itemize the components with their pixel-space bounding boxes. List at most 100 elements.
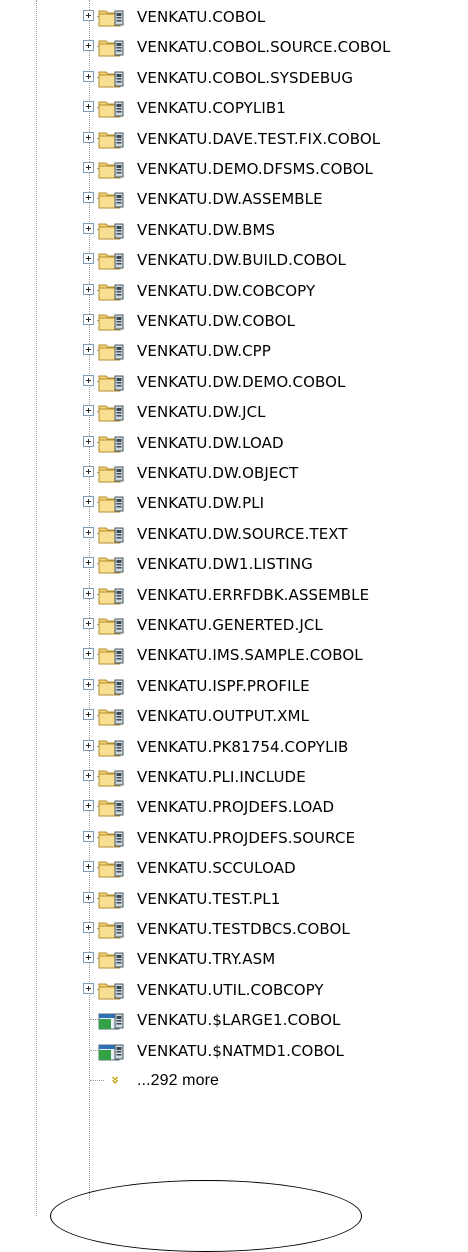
expand-plus-icon[interactable] <box>83 587 94 599</box>
tree-item-label[interactable]: VENKATU.ISPF.PROFILE <box>137 677 310 695</box>
tree-item-file[interactable]: VENKATU.$NATMD1.COBOL <box>0 1036 468 1066</box>
tree-item-label[interactable]: VENKATU.TESTDBCS.COBOL <box>137 920 350 938</box>
tree-item-label[interactable]: VENKATU.DW.BMS <box>137 221 275 239</box>
tree-item-label[interactable]: VENKATU.DW.DEMO.COBOL <box>137 373 345 391</box>
expand-plus-icon[interactable] <box>83 770 94 781</box>
tree-item-folder[interactable]: VENKATU.DW.SOURCE.TEXT <box>0 519 468 549</box>
tree-item-label[interactable]: VENKATU.COPYLIB1 <box>137 99 286 117</box>
tree-item-folder[interactable]: VENKATU.DAVE.TEST.FIX.COBOL <box>0 124 468 154</box>
expand-plus-icon[interactable] <box>83 952 94 964</box>
tree-item-label[interactable]: VENKATU.TEST.PL1 <box>137 890 280 908</box>
tree-item-folder[interactable]: VENKATU.DW.BMS <box>0 215 468 245</box>
expand-plus-icon[interactable] <box>83 648 94 660</box>
tree-item-label[interactable]: VENKATU.COBOL.SYSDEBUG <box>137 69 353 87</box>
tree-item-folder[interactable]: VENKATU.COBOL.SYSDEBUG <box>0 63 468 93</box>
expand-plus-icon[interactable] <box>83 891 94 903</box>
expand-more-chevron-icon[interactable]: » <box>106 1072 124 1088</box>
tree-item-folder[interactable]: VENKATU.DW.BUILD.COBOL <box>0 245 468 275</box>
tree-item-label[interactable]: VENKATU.DW.OBJECT <box>137 464 298 482</box>
tree-item-label[interactable]: VENKATU.DW.COBOL <box>137 312 295 330</box>
expand-plus-icon[interactable] <box>83 466 94 477</box>
tree-item-folder[interactable]: VENKATU.TRY.ASM <box>0 944 468 974</box>
expand-plus-icon[interactable] <box>83 435 94 447</box>
more-items-link[interactable]: ...292 more <box>137 1072 219 1090</box>
tree-item-folder[interactable]: VENKATU.PROJDEFS.SOURCE <box>0 823 468 853</box>
tree-item-label[interactable]: VENKATU.DW.ASSEMBLE <box>137 190 323 208</box>
expand-plus-icon[interactable] <box>83 70 94 82</box>
tree-item-folder[interactable]: VENKATU.TEST.PL1 <box>0 884 468 914</box>
tree-item-label[interactable]: VENKATU.DEMO.DFSMS.COBOL <box>137 160 373 178</box>
tree-item-label[interactable]: VENKATU.PLI.INCLUDE <box>137 768 306 786</box>
tree-item-folder[interactable]: VENKATU.ERRFDBK.ASSEMBLE <box>0 580 468 610</box>
tree-item-label[interactable]: VENKATU.UTIL.COBCOPY <box>137 981 324 999</box>
tree-item-folder[interactable]: VENKATU.DW.LOAD <box>0 428 468 458</box>
expand-plus-icon[interactable] <box>83 496 94 508</box>
tree-item-folder[interactable]: VENKATU.DEMO.DFSMS.COBOL <box>0 154 468 184</box>
expand-plus-icon[interactable] <box>83 982 94 994</box>
tree-item-file[interactable]: VENKATU.$LARGE1.COBOL <box>0 1005 468 1035</box>
expand-plus-icon[interactable] <box>83 557 94 569</box>
tree-item-label[interactable]: VENKATU.GENERTED.JCL <box>137 616 323 634</box>
tree-item-label[interactable]: VENKATU.DW.COBCOPY <box>137 282 315 300</box>
tree-item-folder[interactable]: VENKATU.DW.ASSEMBLE <box>0 184 468 214</box>
tree-item-folder[interactable]: VENKATU.UTIL.COBCOPY <box>0 975 468 1005</box>
tree-item-folder[interactable]: VENKATU.SCCULOAD <box>0 853 468 883</box>
tree-item-more[interactable]: » ...292 more <box>0 1066 468 1096</box>
tree-item-folder[interactable]: VENKATU.DW1.LISTING <box>0 549 468 579</box>
expand-plus-icon[interactable] <box>83 922 94 933</box>
tree-item-folder[interactable]: VENKATU.COBOL <box>0 2 468 32</box>
tree-item-folder[interactable]: VENKATU.OUTPUT.XML <box>0 701 468 731</box>
tree-item-label[interactable]: VENKATU.DW1.LISTING <box>137 555 313 573</box>
expand-plus-icon[interactable] <box>83 739 94 751</box>
expand-plus-icon[interactable] <box>83 374 94 386</box>
tree-item-folder[interactable]: VENKATU.TESTDBCS.COBOL <box>0 914 468 944</box>
tree-item-folder[interactable]: VENKATU.PROJDEFS.LOAD <box>0 792 468 822</box>
expand-plus-icon[interactable] <box>83 405 94 417</box>
tree-item-label[interactable]: VENKATU.$LARGE1.COBOL <box>137 1011 340 1029</box>
expand-plus-icon[interactable] <box>83 131 94 143</box>
expand-plus-icon[interactable] <box>83 314 94 325</box>
tree-item-label[interactable]: VENKATU.PROJDEFS.SOURCE <box>137 829 355 847</box>
tree-item-folder[interactable]: VENKATU.DW.JCL <box>0 397 468 427</box>
expand-plus-icon[interactable] <box>83 618 94 629</box>
tree-item-label[interactable]: VENKATU.DW.LOAD <box>137 434 284 452</box>
tree-item-folder[interactable]: VENKATU.DW.PLI <box>0 488 468 518</box>
tree-item-folder[interactable]: VENKATU.DW.DEMO.COBOL <box>0 367 468 397</box>
tree-item-label[interactable]: VENKATU.DW.CPP <box>137 342 271 360</box>
tree-item-folder[interactable]: VENKATU.PLI.INCLUDE <box>0 762 468 792</box>
tree-item-folder[interactable]: VENKATU.DW.CPP <box>0 336 468 366</box>
tree-item-folder[interactable]: VENKATU.DW.COBCOPY <box>0 276 468 306</box>
expand-plus-icon[interactable] <box>83 192 94 204</box>
expand-plus-icon[interactable] <box>83 283 94 295</box>
tree-item-label[interactable]: VENKATU.SCCULOAD <box>137 859 296 877</box>
expand-plus-icon[interactable] <box>83 526 94 538</box>
tree-item-label[interactable]: VENKATU.PK81754.COPYLIB <box>137 738 348 756</box>
expand-plus-icon[interactable] <box>83 162 94 173</box>
tree-item-label[interactable]: VENKATU.IMS.SAMPLE.COBOL <box>137 646 363 664</box>
expand-plus-icon[interactable] <box>83 678 94 690</box>
tree-item-label[interactable]: VENKATU.COBOL <box>137 8 265 26</box>
tree-item-label[interactable]: VENKATU.DAVE.TEST.FIX.COBOL <box>137 130 380 148</box>
expand-plus-icon[interactable] <box>83 101 94 113</box>
expand-plus-icon[interactable] <box>83 800 94 812</box>
tree-item-folder[interactable]: VENKATU.DW.OBJECT <box>0 458 468 488</box>
expand-plus-icon[interactable] <box>83 861 94 873</box>
tree-item-folder[interactable]: VENKATU.GENERTED.JCL <box>0 610 468 640</box>
tree-item-label[interactable]: VENKATU.COBOL.SOURCE.COBOL <box>137 38 391 56</box>
tree-item-label[interactable]: VENKATU.DW.JCL <box>137 403 266 421</box>
tree-item-label[interactable]: VENKATU.DW.BUILD.COBOL <box>137 251 346 269</box>
tree-item-label[interactable]: VENKATU.DW.SOURCE.TEXT <box>137 525 348 543</box>
expand-plus-icon[interactable] <box>83 40 94 52</box>
expand-plus-icon[interactable] <box>83 344 94 356</box>
tree-item-folder[interactable]: VENKATU.IMS.SAMPLE.COBOL <box>0 640 468 670</box>
expand-plus-icon[interactable] <box>83 709 94 721</box>
expand-plus-icon[interactable] <box>83 10 94 21</box>
tree-item-label[interactable]: VENKATU.PROJDEFS.LOAD <box>137 798 334 816</box>
tree-item-label[interactable]: VENKATU.TRY.ASM <box>137 950 275 968</box>
tree-item-folder[interactable]: VENKATU.PK81754.COPYLIB <box>0 732 468 762</box>
tree-item-folder[interactable]: VENKATU.DW.COBOL <box>0 306 468 336</box>
tree-item-label[interactable]: VENKATU.$NATMD1.COBOL <box>137 1042 344 1060</box>
expand-plus-icon[interactable] <box>83 253 94 265</box>
tree-item-label[interactable]: VENKATU.DW.PLI <box>137 494 264 512</box>
expand-plus-icon[interactable] <box>83 222 94 234</box>
